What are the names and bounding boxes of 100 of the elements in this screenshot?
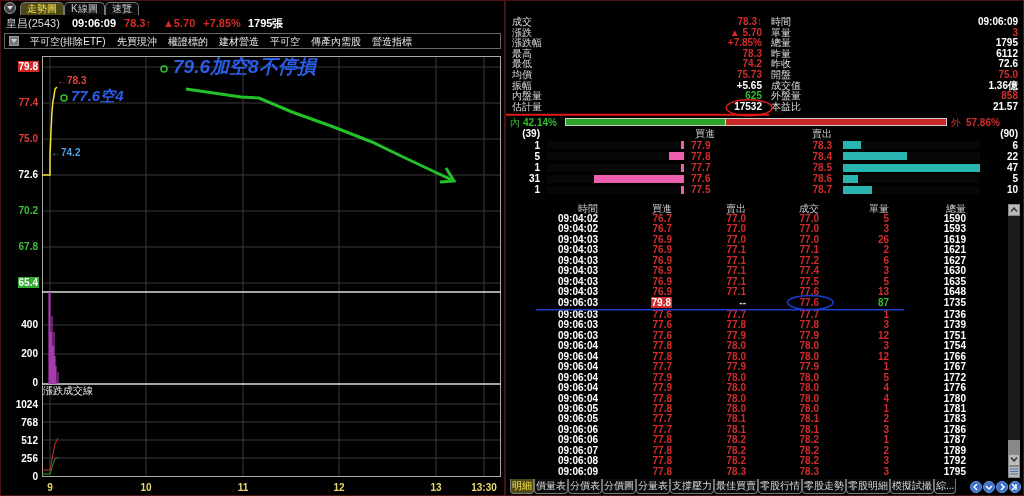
filter-item[interactable]: 建材營造: [218, 33, 259, 49]
inner-percent: 42.14%: [523, 115, 557, 129]
volume-cell-text: 2: [882, 445, 889, 456]
scrollbar[interactable]: [1008, 203, 1020, 478]
stat-label: 最低: [512, 58, 532, 70]
trade-price-cell: 77.0: [799, 233, 819, 245]
price-marker: ←74.2: [51, 147, 81, 158]
detail-tab[interactable]: 最佳買賣: [714, 479, 758, 495]
bid-cell: 77.7: [652, 423, 672, 435]
scroll-down-tab-button[interactable]: [983, 480, 995, 493]
bid-price: 77.9: [690, 139, 712, 151]
detail-tab[interactable]: 價量表: [534, 479, 568, 495]
bid-cell: 77.9: [652, 382, 672, 394]
total-cell-text: 1786: [942, 424, 966, 435]
bid-volume: 1: [533, 139, 540, 151]
filter-item[interactable]: 傳產內需股: [310, 33, 361, 49]
total-cell-text: 1754: [942, 341, 966, 352]
ask-cell-text: 77.0: [725, 234, 746, 245]
bid-cell: 77.8: [652, 455, 672, 467]
filter-dropdown-button[interactable]: [9, 36, 19, 46]
bid-volume: 1: [533, 184, 540, 196]
column-header: 賣出: [811, 128, 833, 140]
total-cell-text: 1627: [942, 255, 966, 266]
stat-label: 成交: [512, 16, 532, 27]
volume-cell-text: 2: [882, 245, 889, 256]
ask-price: 78.3: [811, 139, 833, 151]
detail-tab[interactable]: 零股走勢: [802, 479, 846, 495]
detail-tab[interactable]: 零股行情: [758, 479, 802, 495]
volume-axis-label: 400: [20, 319, 39, 330]
time-axis-label: 13: [429, 482, 443, 493]
bid-cell: 77.7: [652, 413, 672, 425]
stat-value: 74.2: [742, 58, 762, 70]
filter-item[interactable]: 權證標的: [167, 33, 208, 49]
trade-price-cell: 78.0: [799, 340, 819, 352]
price-marker: ←78.3: [57, 75, 87, 86]
stat-label: 時間: [771, 16, 791, 27]
ask-cell-text: 77.1: [725, 245, 746, 256]
detail-tab[interactable]: 支撐壓力: [670, 479, 714, 495]
volume-cell-text: 3: [882, 341, 889, 352]
stat-label: 均價: [512, 68, 532, 80]
total-cell-text: 1735: [942, 297, 966, 310]
trade-price-cell: 77.5: [799, 275, 819, 287]
total-cell-text: 1630: [942, 266, 966, 277]
scroll-up-button[interactable]: [1008, 203, 1020, 216]
chart-tab[interactable]: K線圖: [64, 2, 105, 15]
trade-price-cell: 77.0: [799, 213, 819, 224]
detail-tab[interactable]: 綜...: [934, 479, 957, 495]
circle-marker: [160, 65, 168, 73]
time-axis-label: 10: [139, 482, 153, 493]
time-cell-text: 09:04:03: [556, 276, 598, 287]
time-axis-label: 9: [46, 482, 54, 493]
volume-cell-text: 3: [882, 320, 889, 331]
detail-tab[interactable]: 零股明細: [846, 479, 890, 495]
detail-tab[interactable]: 分量表: [636, 479, 670, 495]
bid-total: (39): [521, 128, 540, 140]
volume-cell-text: 12: [876, 330, 889, 341]
stat-label: 漲跌幅: [512, 37, 542, 49]
total-cell-text: 1776: [942, 383, 966, 394]
volume-cell-text: 1: [882, 435, 889, 446]
ask-volume: 47: [1005, 161, 1018, 174]
total-cell-text: 1751: [942, 330, 966, 341]
filter-item[interactable]: 平可空(排除ETF): [30, 33, 106, 49]
volume-axis-label: 0: [31, 377, 39, 388]
scroll-left-button[interactable]: [970, 480, 982, 493]
detail-tab[interactable]: 分價圖: [602, 479, 636, 495]
ask-cell-text: 78.0: [725, 393, 746, 404]
filter-item[interactable]: 營造指標: [371, 33, 412, 49]
time-cell-text: 09:06:04: [556, 372, 598, 383]
filter-item[interactable]: 平可空: [269, 33, 300, 49]
time-cell-text: 09:06:07: [556, 445, 598, 456]
detail-tab[interactable]: 分價表: [568, 479, 602, 495]
ask-cell-text: 78.1: [725, 414, 746, 425]
bid-price: 77.5: [690, 184, 712, 196]
stat-value: +5.65: [736, 79, 762, 91]
chart-tab[interactable]: 走勢圖: [20, 2, 64, 15]
dropdown-button[interactable]: [4, 2, 16, 14]
time-cell-text: 09:06:04: [556, 383, 598, 394]
ask-cell-text: 78.0: [725, 341, 746, 352]
ask-volume: 10: [1005, 184, 1018, 196]
trade-price-cell: 77.9: [799, 329, 819, 341]
trade-price-cell: 78.0: [799, 382, 819, 394]
total-cell-text: 1648: [942, 287, 966, 298]
trade-price-cell: 78.1: [799, 423, 819, 435]
detail-tab[interactable]: 模擬試撮: [890, 479, 934, 495]
indicator-axis-label: 256: [20, 453, 39, 464]
bid-cell: 77.8: [652, 444, 672, 456]
stat-value: 858: [1001, 90, 1018, 102]
trade-price-cell: 78.2: [799, 455, 819, 467]
ask-cell-text: 78.2: [725, 445, 746, 456]
bid-volume: 1: [533, 161, 540, 174]
ask-cell-text: 77.1: [725, 255, 746, 266]
time-cell-text: 09:06:03: [556, 297, 598, 310]
detail-tab[interactable]: 明細: [510, 479, 534, 495]
scroll-right-button[interactable]: [996, 480, 1008, 493]
filter-item[interactable]: 先買現沖: [116, 33, 157, 49]
chart-tab[interactable]: 速覽: [104, 2, 139, 15]
price-axis-label: 77.4: [17, 97, 39, 108]
scrollbar-thumb[interactable]: [1008, 439, 1020, 454]
outer-label: 外: [950, 115, 961, 130]
scroll-end-button[interactable]: [1009, 480, 1021, 493]
